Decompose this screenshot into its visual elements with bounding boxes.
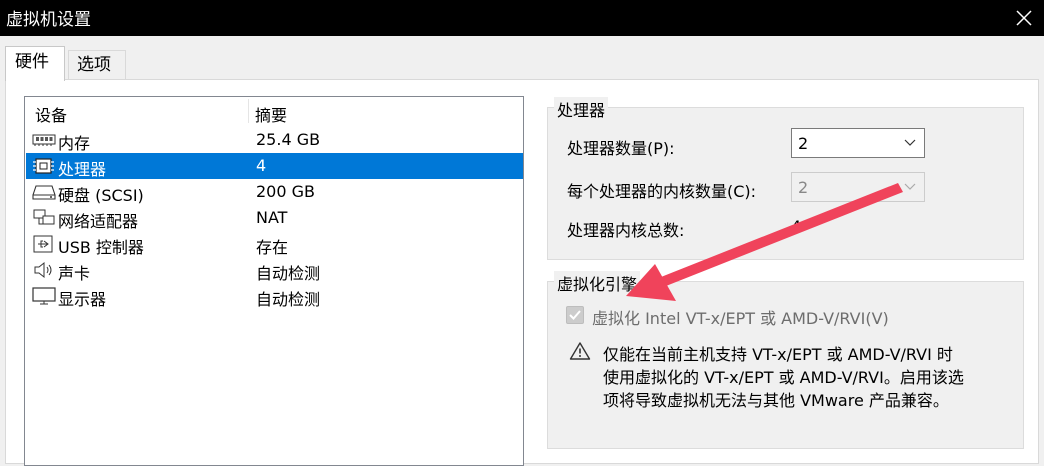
num-processors-label: 处理器数量(P): bbox=[567, 139, 675, 158]
close-button[interactable] bbox=[1004, 0, 1044, 36]
processor-icon bbox=[33, 158, 54, 174]
sound-card-icon bbox=[34, 261, 52, 279]
device-row-memory[interactable]: 内存 25.4 GB bbox=[26, 127, 523, 153]
title-bar: 虚拟机设置 bbox=[0, 0, 1044, 36]
device-name: USB 控制器 bbox=[58, 238, 144, 257]
tab-hardware[interactable]: 硬件 bbox=[5, 46, 65, 81]
device-row-processor[interactable]: 处理器 4 bbox=[26, 153, 523, 179]
device-row-display[interactable]: 显示器 自动检测 bbox=[26, 283, 523, 309]
device-row-network-adapter[interactable]: 网络适配器 NAT bbox=[26, 205, 523, 231]
warning-text-line: 使用虚拟化的 VT-x/EPT 或 AMD-V/RVI。启用该选 bbox=[603, 368, 964, 387]
warning-icon bbox=[569, 342, 591, 360]
chevron-down-icon bbox=[904, 183, 916, 190]
list-header: 设备 摘要 bbox=[25, 97, 523, 125]
warning-text-line: 仅能在当前主机支持 VT-x/EPT 或 AMD-V/RVI 时 bbox=[603, 345, 953, 364]
device-row-usb-controller[interactable]: USB 控制器 存在 bbox=[26, 231, 523, 257]
device-name: 硬盘 (SCSI) bbox=[58, 186, 144, 205]
device-summary: 200 GB bbox=[256, 182, 315, 201]
display-icon bbox=[32, 287, 56, 305]
checkmark-icon bbox=[569, 310, 581, 320]
device-name: 网络适配器 bbox=[58, 212, 139, 231]
device-summary: 存在 bbox=[256, 238, 289, 257]
virtualization-checkbox-label[interactable]: 虚拟化 Intel VT-x/EPT 或 AMD-V/RVI(V) bbox=[592, 305, 889, 329]
selected-value: 2 bbox=[798, 178, 809, 197]
device-summary: 自动检测 bbox=[256, 264, 321, 283]
usb-controller-icon bbox=[33, 235, 53, 253]
device-name: 处理器 bbox=[58, 160, 107, 179]
device-row-sound-card[interactable]: 声卡 自动检测 bbox=[26, 257, 523, 283]
close-icon bbox=[1016, 10, 1032, 26]
device-summary: 25.4 GB bbox=[256, 130, 321, 149]
column-header-summary[interactable]: 摘要 bbox=[255, 102, 287, 126]
total-cores-label: 处理器内核总数: bbox=[567, 221, 685, 240]
column-header-device[interactable]: 设备 bbox=[35, 102, 67, 126]
column-divider[interactable] bbox=[248, 99, 249, 123]
device-name: 声卡 bbox=[58, 264, 91, 283]
total-cores-value: 4 bbox=[791, 217, 802, 236]
device-row-hard-disk[interactable]: 硬盘 (SCSI) 200 GB bbox=[26, 179, 523, 205]
device-summary: 4 bbox=[256, 156, 267, 175]
window-title: 虚拟机设置 bbox=[6, 10, 91, 30]
warning-text-line: 项将导致虚拟机无法与其他 VMware 产品兼容。 bbox=[603, 391, 949, 410]
memory-icon bbox=[32, 134, 56, 146]
tab-strip: 硬件 选项 bbox=[0, 36, 1044, 81]
network-adapter-icon bbox=[33, 209, 55, 225]
device-name: 内存 bbox=[58, 134, 91, 153]
device-list[interactable]: 设备 摘要 内存 25.4 GB 处理器 4 硬盘 (SCSI) 200 GB bbox=[24, 96, 524, 466]
num-processors-select[interactable]: 2 bbox=[791, 128, 925, 158]
selected-value: 2 bbox=[798, 134, 809, 153]
device-summary: 自动检测 bbox=[256, 290, 321, 309]
device-summary: NAT bbox=[256, 208, 288, 227]
group-legend: 处理器 bbox=[554, 97, 609, 121]
chevron-down-icon bbox=[904, 139, 916, 146]
cores-per-processor-label: 每个处理器的内核数量(C): bbox=[567, 182, 757, 201]
virtualization-checkbox[interactable] bbox=[566, 306, 584, 324]
tab-options[interactable]: 选项 bbox=[68, 50, 126, 80]
device-name: 显示器 bbox=[58, 290, 107, 309]
cores-per-processor-select[interactable]: 2 bbox=[791, 172, 925, 202]
group-legend: 虚拟化引擎 bbox=[554, 271, 641, 295]
hard-disk-icon bbox=[32, 185, 56, 200]
